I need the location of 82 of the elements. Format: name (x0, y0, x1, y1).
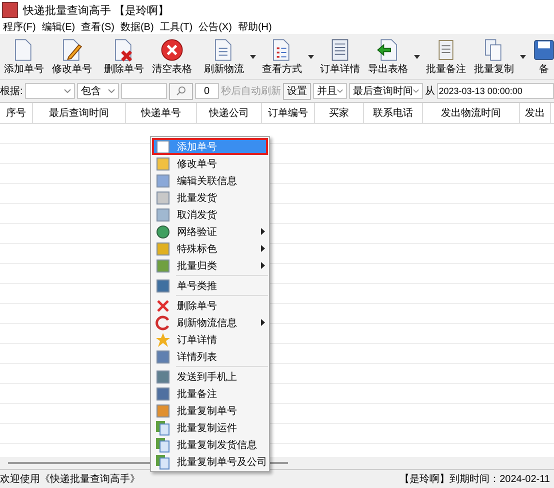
menu-item[interactable]: 批量归类 (152, 257, 268, 274)
menu-item[interactable]: 编辑(E) (38, 20, 78, 34)
column-header[interactable]: 发出物流时间 (423, 103, 520, 123)
refresh-icon (155, 314, 171, 330)
cross-icon (155, 298, 171, 314)
menu-item[interactable]: 特殊标色 (152, 240, 268, 257)
field-combo[interactable] (24, 83, 75, 99)
toolbar-button[interactable]: 批量复制 (470, 38, 518, 79)
toolbar-button[interactable]: 导出表格 (364, 38, 412, 79)
menu-item[interactable]: 详情列表 (152, 348, 268, 365)
toolbar-button[interactable]: 查看方式 (258, 38, 306, 79)
column-header[interactable]: 发出 (520, 103, 551, 123)
menu-item[interactable]: 单号类推 (152, 277, 268, 294)
from-label: 从 (424, 84, 435, 98)
menu-item[interactable]: 查看(S) (78, 20, 118, 34)
toolbar-button[interactable]: 备 (528, 38, 554, 79)
window-title: 快递批量查询高手 【是玲啊】 (23, 4, 170, 18)
settings-button[interactable]: 设置 (282, 82, 311, 100)
menu-item[interactable]: 删除单号 (152, 297, 268, 314)
floppy-icon (532, 38, 554, 62)
search-icon (176, 86, 186, 96)
star-icon (155, 332, 171, 348)
chevron-down-icon[interactable] (64, 89, 71, 93)
column-header[interactable]: 快递单号 (126, 103, 197, 123)
search-field[interactable] (120, 83, 167, 99)
copy-icon (155, 420, 171, 436)
expiry-text: 【是玲啊】到期时间：2024-02-11 (400, 472, 550, 486)
toolbar-button[interactable]: 批量备注 (422, 38, 470, 79)
toolbar-button[interactable]: 清空表格 (148, 38, 196, 79)
date-field[interactable]: 2023-03-13 00:00:00 (436, 83, 554, 99)
menu-item[interactable]: 程序(F) (0, 20, 39, 34)
logic-combo[interactable]: 并且 (312, 83, 347, 99)
menu-item[interactable]: 订单详情 (152, 331, 268, 348)
interval-field[interactable]: 0 (194, 83, 219, 99)
dropdown-arrow-icon[interactable] (414, 54, 420, 58)
menu-item[interactable]: 网络验证 (152, 223, 268, 240)
dropdown-arrow-icon[interactable] (308, 54, 314, 58)
menu-item[interactable]: 刷新物流信息 (152, 314, 268, 331)
menu-item[interactable]: 批量备注 (152, 385, 268, 402)
menu-item[interactable]: 修改单号 (152, 155, 268, 172)
globe-icon (155, 224, 171, 240)
menu-item[interactable]: 批量复制运件 (152, 419, 268, 436)
filter-label: 根据: (0, 84, 23, 98)
column-header[interactable]: 订单编号 (262, 103, 315, 123)
menu-item[interactable]: 编辑关联信息 (152, 172, 268, 189)
pencil-document-icon (60, 38, 84, 62)
dropdown-arrow-icon[interactable] (250, 54, 256, 58)
auto-refresh-label: 秒后自动刷新 (220, 84, 281, 98)
menu-item[interactable]: 批量发货 (152, 189, 268, 206)
copy-icon (155, 454, 171, 470)
menu-item[interactable]: 数据(B) (117, 20, 157, 34)
toolbar-button[interactable]: 添加单号 (0, 38, 48, 79)
menu-item[interactable]: 批量复制单号及公司 (152, 453, 268, 470)
clear-icon (160, 38, 184, 62)
column-header[interactable]: 买家 (315, 103, 364, 123)
toolbar-button[interactable]: 修改单号 (48, 38, 96, 79)
chevron-down-icon[interactable] (336, 89, 343, 93)
app-logo (2, 2, 18, 18)
menu-item[interactable]: 帮助(H) (234, 20, 275, 34)
column-header[interactable]: 快递公司 (197, 103, 262, 123)
search-button[interactable] (168, 82, 193, 100)
column-header[interactable]: 联系电话 (364, 103, 423, 123)
column-header[interactable]: 序号 (0, 103, 33, 123)
toolbar-button[interactable]: 订单详情 (316, 38, 364, 79)
menu-item[interactable]: 批量复制发货信息 (152, 436, 268, 453)
menu-item[interactable]: 工具(T) (156, 20, 196, 34)
copy-icon (155, 436, 171, 452)
document-icon (155, 138, 171, 154)
status-text: 欢迎使用《快递批量查询高手》 (0, 472, 140, 486)
menu-item[interactable]: 公告(X) (196, 20, 235, 34)
menu-item[interactable]: 发送到手机上 (152, 368, 268, 385)
menu-item[interactable]: 取消发货 (152, 206, 268, 223)
chevron-down-icon[interactable] (108, 89, 115, 93)
toolbar-button[interactable]: 删除单号 (100, 38, 148, 79)
menu-item[interactable]: 批量复制单号 (152, 402, 268, 419)
dropdown-arrow-icon[interactable] (520, 54, 526, 58)
export-icon (376, 38, 400, 62)
match-combo[interactable]: 包含 (76, 83, 119, 99)
toolbar-button[interactable]: 刷新物流 (200, 38, 248, 79)
column-header[interactable]: 最后查询时间 (33, 103, 126, 123)
date-field-combo[interactable]: 最后查询时间 (348, 83, 423, 99)
chevron-down-icon[interactable] (412, 89, 419, 93)
